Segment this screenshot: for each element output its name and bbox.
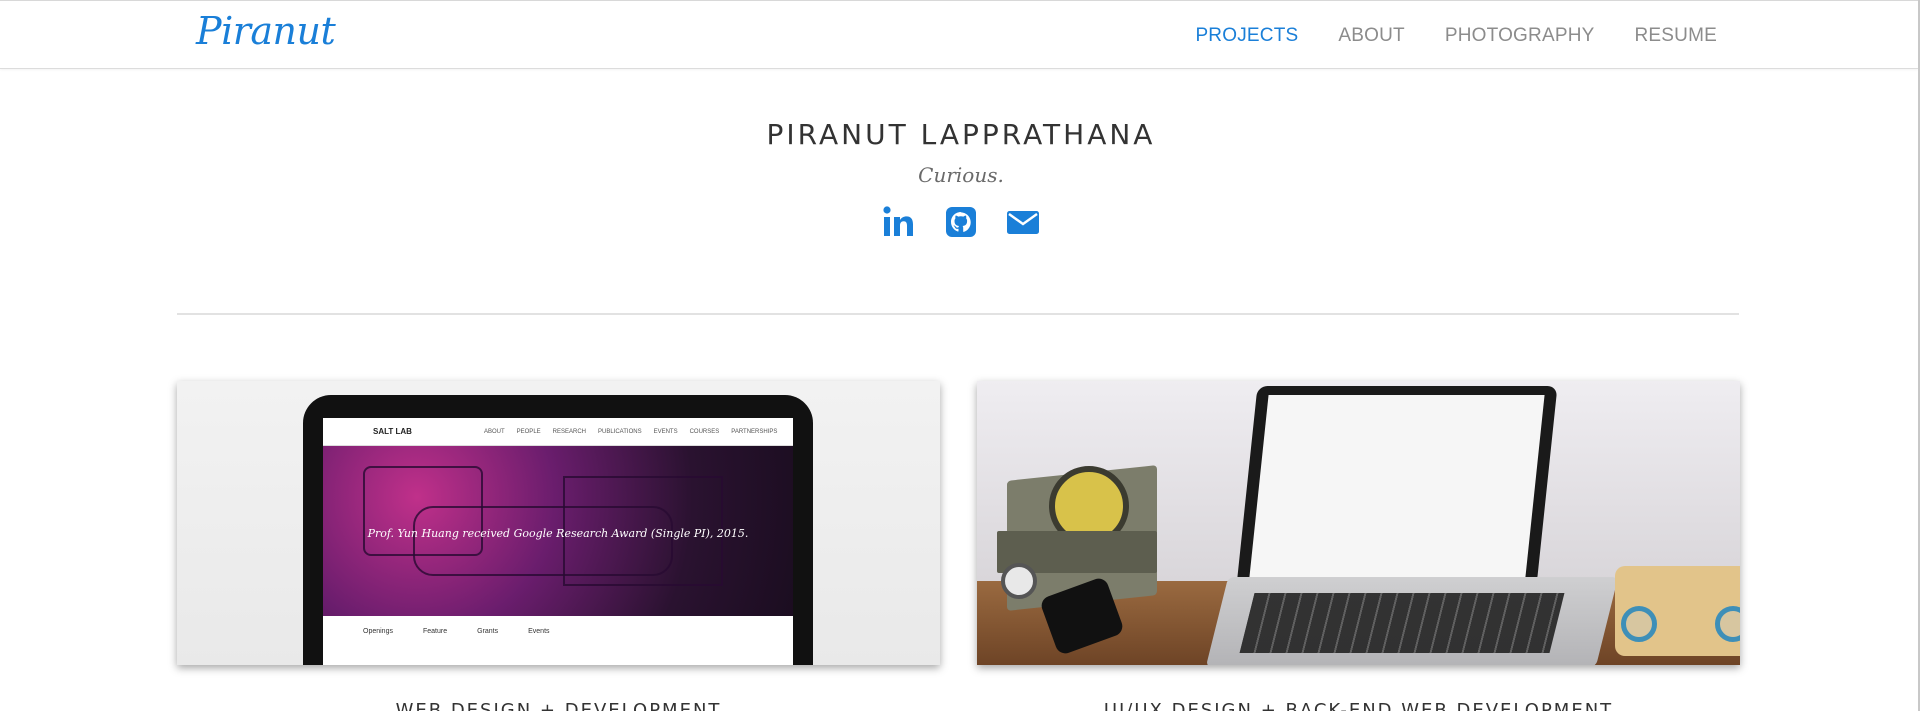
navbar: Piranut PROJECTS ABOUT PHOTOGRAPHY RESUM…: [0, 0, 1918, 69]
nav-resume[interactable]: RESUME: [1635, 25, 1718, 47]
laptop-screen: [1249, 395, 1545, 577]
preview-nav-item: COURSES: [689, 428, 720, 435]
preview-site-nav: SALT LAB ABOUT PEOPLE RESEARCH PUBLICATI…: [323, 418, 793, 446]
preview-nav-item: RESEARCH: [552, 428, 586, 435]
project-card-web-design[interactable]: SALT LAB ABOUT PEOPLE RESEARCH PUBLICATI…: [177, 381, 940, 665]
project-title-uiux[interactable]: UI/UX DESIGN + BACK-END WEB DEVELOPMENT: [977, 700, 1740, 711]
tagline: Curious.: [918, 163, 1004, 187]
linkedin-icon[interactable]: [882, 205, 916, 239]
preview-column-heading: Openings: [363, 628, 393, 635]
nav-projects[interactable]: PROJECTS: [1195, 25, 1298, 47]
preview-columns: Openings Feature Grants Events: [323, 616, 793, 647]
preview-site-logo: SALT LAB: [373, 427, 412, 436]
preview-column-heading: Events: [528, 628, 550, 635]
nav-links: PROJECTS ABOUT PHOTOGRAPHY RESUME: [1195, 1, 1717, 70]
preview-nav-item: PEOPLE: [516, 428, 541, 435]
preview-caption: Prof. Yun Huang received Google Research…: [367, 527, 749, 540]
nav-about[interactable]: ABOUT: [1338, 25, 1404, 47]
page: Piranut PROJECTS ABOUT PHOTOGRAPHY RESUM…: [0, 0, 1920, 711]
laptop-keyboard: [1239, 593, 1565, 653]
project-card-uiux[interactable]: [977, 381, 1740, 665]
nav-photography[interactable]: PHOTOGRAPHY: [1445, 25, 1595, 47]
preview-nav-item: ABOUT: [483, 428, 505, 435]
email-icon[interactable]: [1006, 205, 1040, 239]
speaker-image: [1615, 566, 1740, 656]
preview-hero-image: Prof. Yun Huang received Google Research…: [323, 446, 793, 616]
project-title-web-design[interactable]: WEB DESIGN + DEVELOPMENT: [177, 700, 940, 711]
laptop-screen: SALT LAB ABOUT PEOPLE RESEARCH PUBLICATI…: [323, 418, 793, 665]
hero: PIRANUT LAPPRATHANA Curious.: [0, 118, 1918, 239]
preview-nav-item: EVENTS: [653, 428, 678, 435]
preview-column-heading: Grants: [477, 628, 499, 635]
preview-nav-item: PARTNERSHIPS: [731, 428, 778, 435]
preview-column-heading: Feature: [422, 628, 448, 635]
page-title: PIRANUT LAPPRATHANA: [766, 118, 1156, 151]
watch-image: [1001, 563, 1037, 599]
preview-nav-item: PUBLICATIONS: [598, 428, 642, 435]
social-links: [2, 205, 1918, 239]
brand-logo[interactable]: Piranut: [196, 9, 336, 53]
section-divider: [177, 313, 1739, 315]
github-icon[interactable]: [944, 205, 978, 239]
